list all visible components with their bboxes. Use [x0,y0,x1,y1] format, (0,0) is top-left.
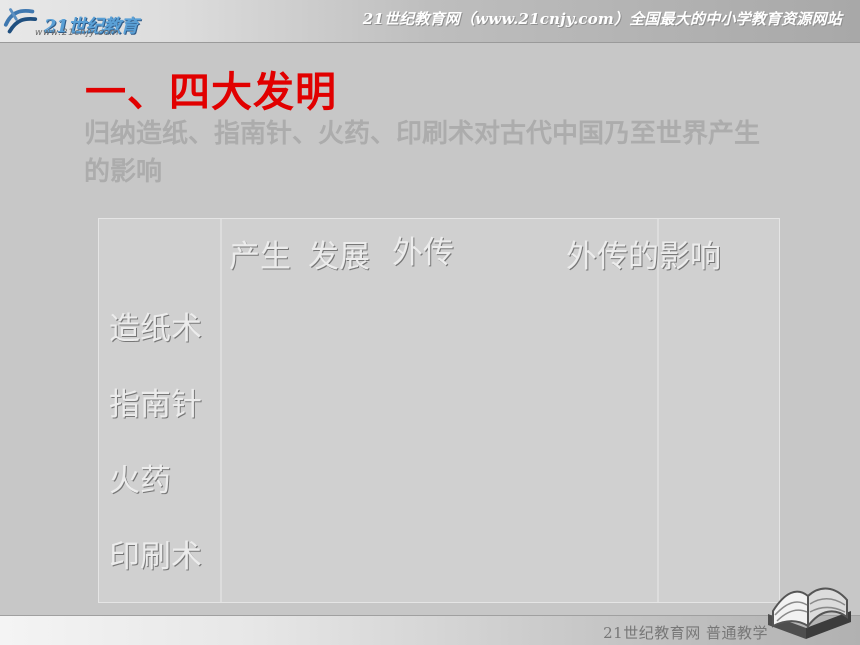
logo-url-text: www.21cnjy.com [35,28,120,38]
table-divider-left [220,219,222,602]
slide-ghost-paragraph: 归纳造纸、指南针、火药、印刷术对古代中国乃至世界产生的影响 [84,119,761,187]
row-label-gunpowder: 火药 [109,463,171,499]
footer-text: 21世纪教育网 普通教学 [603,624,768,642]
table-header-origin: 产生 [229,239,291,275]
row-label-printing: 印刷术 [109,539,202,575]
table-header-spread: 外传 [392,235,454,271]
row-label-papermaking: 造纸术 [109,311,202,347]
footer-bar: 21世纪教育网 普通教学 [0,615,860,645]
table-header-impact: 外传的影响 [566,239,721,275]
row-label-compass: 指南针 [109,387,202,423]
inventions-table: 产生 发展 外传 外传的影响 造纸术 指南针 火药 印刷术 [98,218,780,603]
table-header-development: 发展 [308,239,370,275]
table-divider-right [657,219,659,602]
open-book-icon [768,587,851,639]
site-logo: 21世纪教育 www.21cnjy.com [0,0,180,42]
header-bar: 21世纪教育 www.21cnjy.com 21世纪教育网（www.21cnjy… [0,0,860,43]
site-header-title: 21世纪教育网（www.21cnjy.com）全国最大的中小学教育资源网站 [362,10,842,28]
slide-title: 一、四大发明 [85,68,337,116]
slide: 21世纪教育 www.21cnjy.com 21世纪教育网（www.21cnjy… [0,0,860,645]
